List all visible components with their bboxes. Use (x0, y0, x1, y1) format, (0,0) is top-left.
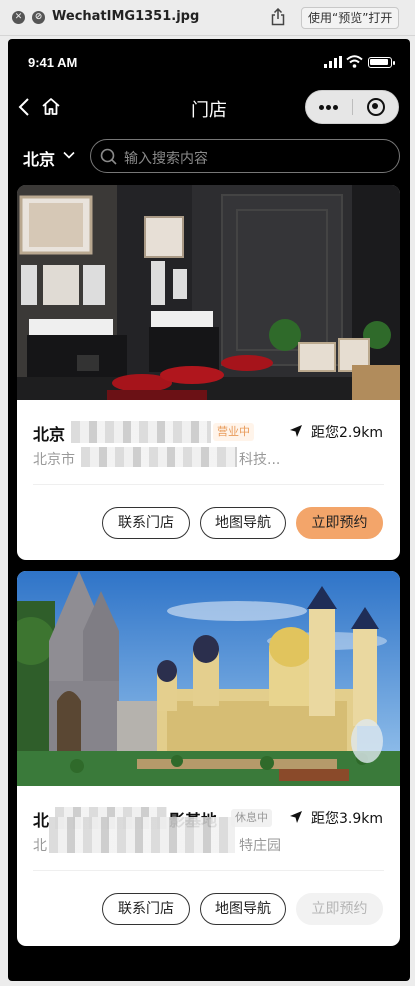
close-mini-program-icon[interactable] (354, 91, 398, 123)
wifi-icon (346, 55, 363, 68)
search-placeholder: 输入搜索内容 (124, 151, 208, 167)
store-distance: 距您2.9km (310, 425, 383, 441)
battery-icon (368, 57, 395, 68)
store-address-end: 特庄园 (239, 838, 281, 854)
status-badge: 营业中 (213, 423, 254, 441)
preview-title-bar: ✕ ⊘ WechatIMG1351.jpg 使用“预览”打开 (0, 0, 415, 36)
card-divider (33, 484, 384, 485)
city-selector[interactable]: 北京 (23, 146, 55, 170)
store-card[interactable]: 北 影基地 休息中 距您3.9km 北 特庄园 联系门店 地图导航 立即预约 (17, 571, 400, 946)
mini-program-capsule (305, 90, 399, 124)
home-icon[interactable] (40, 95, 62, 119)
store-card[interactable]: 北京 营业中 距您2.9km 北京市 科技... 联系门店 地图导航 立即预约 (17, 185, 400, 560)
navigation-bar: 门店 (8, 85, 410, 129)
contact-store-button[interactable]: 联系门店 (102, 893, 190, 925)
card-divider (33, 870, 384, 871)
location-arrow-icon (290, 811, 302, 823)
map-navigation-button[interactable]: 地图导航 (200, 893, 286, 925)
share-icon[interactable] (270, 8, 286, 26)
location-arrow-icon (290, 425, 302, 437)
search-row: 北京 输入搜索内容 (8, 135, 410, 179)
store-name: 北 (33, 811, 50, 830)
search-input[interactable]: 输入搜索内容 (90, 139, 400, 173)
store-name: 北京 (33, 425, 66, 444)
redacted-address-blur (49, 817, 235, 853)
book-now-button-disabled: 立即预约 (296, 893, 383, 925)
store-photo-studio-interior (17, 185, 400, 400)
store-address-start: 北京市 (33, 452, 75, 468)
store-photo-castle-base (17, 571, 400, 786)
map-navigation-button[interactable]: 地图导航 (200, 507, 286, 539)
status-time: 9:41 AM (28, 55, 78, 70)
store-list: 北京 营业中 距您2.9km 北京市 科技... 联系门店 地图导航 立即预约 (8, 185, 410, 981)
redacted-address-blur (81, 447, 237, 467)
file-name: WechatIMG1351.jpg (52, 9, 200, 24)
redacted-name-blur (71, 421, 211, 443)
chevron-down-icon[interactable] (63, 149, 75, 161)
store-name-row: 北京 营业中 距您2.9km (33, 421, 383, 445)
store-address-start: 北 (33, 838, 47, 854)
store-address-end: 科技... (239, 452, 281, 468)
capsule-divider (352, 99, 353, 115)
book-now-button[interactable]: 立即预约 (296, 507, 383, 539)
close-window-icon[interactable]: ✕ (12, 11, 25, 24)
open-with-preview-button[interactable]: 使用“预览”打开 (301, 7, 400, 29)
back-arrow-icon[interactable] (14, 95, 36, 119)
contact-store-button[interactable]: 联系门店 (102, 507, 190, 539)
cellular-signal-icon (324, 56, 342, 68)
status-badge: 休息中 (231, 809, 272, 827)
phone-screen: 9:41 AM 门店 北京 输入搜索内容 北京 营业中 距您2.9km 北京市 … (8, 39, 410, 981)
no-entry-icon[interactable]: ⊘ (32, 11, 45, 24)
more-options-icon[interactable] (306, 91, 352, 123)
search-icon (100, 148, 117, 165)
store-distance: 距您3.9km (310, 811, 383, 827)
status-bar: 9:41 AM (8, 39, 410, 85)
